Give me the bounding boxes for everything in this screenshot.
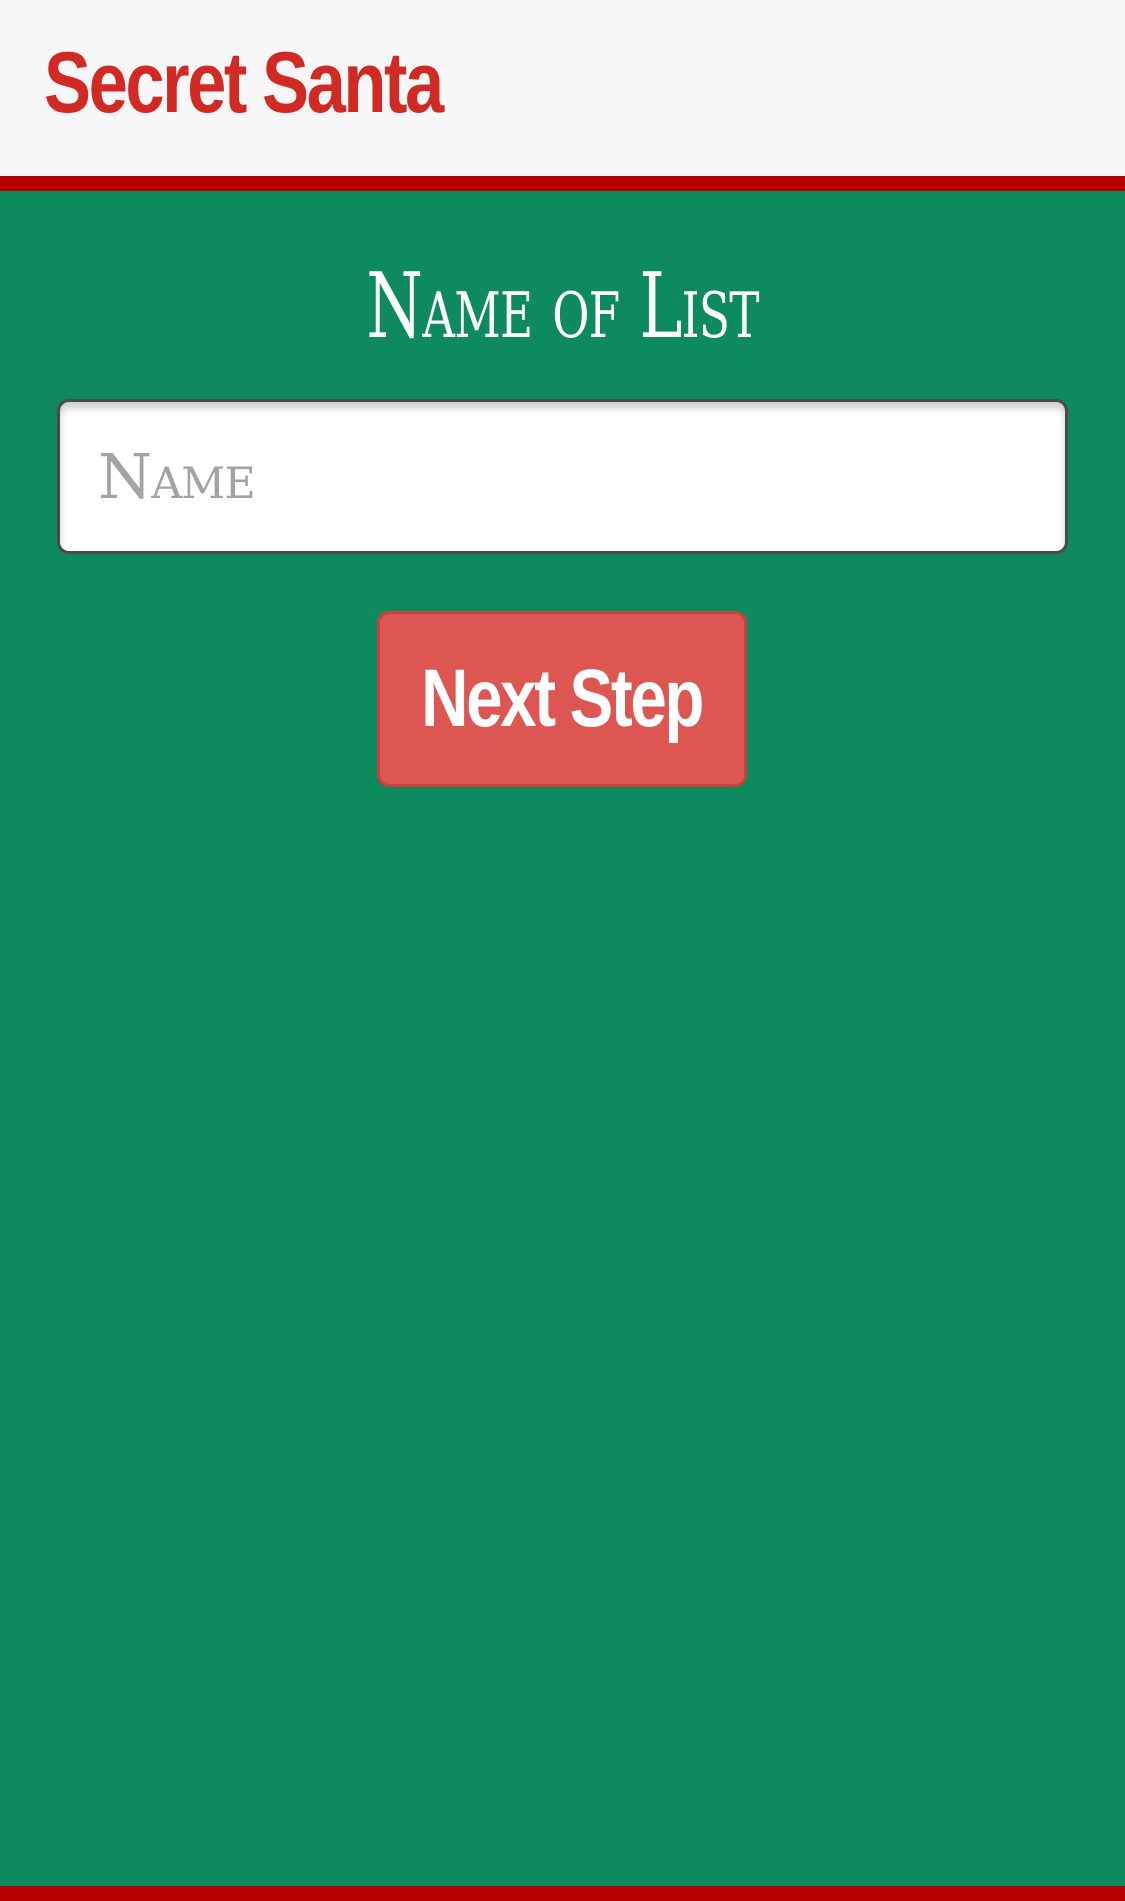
next-step-button[interactable]: Next Step [377, 611, 747, 787]
app-header: Secret Santa [0, 0, 1125, 191]
footer-accent-bar [0, 1886, 1125, 1901]
list-name-heading: Name of List [366, 254, 759, 359]
app-title[interactable]: Secret Santa [44, 36, 444, 131]
list-name-form: Name of List Next Step [0, 191, 1125, 1883]
next-step-label: Next Step [421, 653, 705, 744]
list-name-input[interactable] [57, 399, 1068, 554]
